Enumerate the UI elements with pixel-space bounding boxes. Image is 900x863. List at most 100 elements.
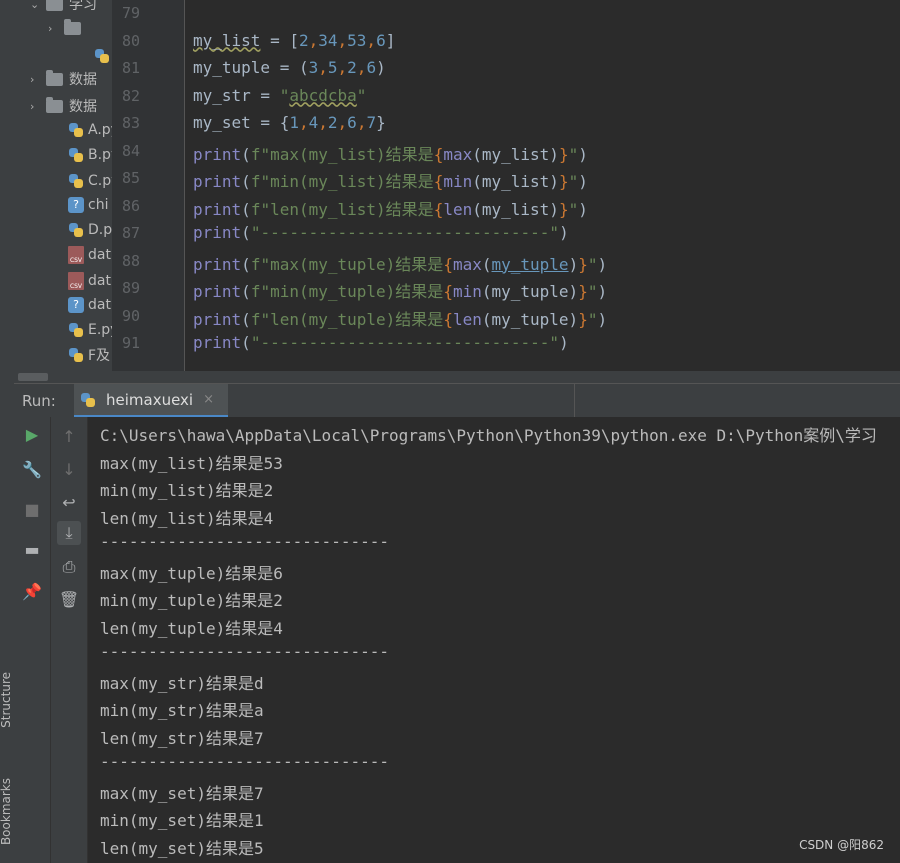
unknown-file-icon: ? — [68, 197, 84, 213]
rerun-icon[interactable]: ▶ — [20, 422, 44, 446]
pin-icon[interactable]: 📌 — [20, 579, 44, 603]
folder-icon — [46, 69, 63, 86]
python-file-icon — [80, 392, 96, 408]
run-tab-heimaxuexi[interactable]: heimaxuexi × — [74, 384, 229, 418]
folder-icon — [64, 18, 81, 35]
left-tool-strip: Structure Bookmarks — [0, 0, 15, 863]
project-tree: ⌄学习››数据›数据A.pyB.pyC.py?chiD.pyCSVdatCSVd… — [14, 0, 112, 383]
run-label: Run: — [22, 392, 56, 410]
tree-item[interactable]: A.py — [68, 119, 112, 141]
console-output-line: len(my_list)结果是4 — [100, 508, 274, 528]
structure-tab[interactable]: Structure — [0, 672, 13, 728]
tree-item-label: B.py — [88, 147, 112, 163]
console-output-line: min(my_list)结果是2 — [100, 481, 274, 500]
tree-item[interactable]: › 数据 — [30, 95, 97, 117]
print-icon[interactable]: ⎙ — [57, 555, 81, 579]
header-divider — [574, 384, 575, 418]
tree-item[interactable]: ? chi — [68, 194, 108, 216]
run-tab-label: heimaxuexi — [106, 390, 194, 409]
chevron-right-icon[interactable]: › — [30, 73, 42, 86]
console-output-line: len(my_tuple)结果是4 — [100, 618, 283, 638]
code-editor[interactable]: my_list = [2,34,53,6] my_tuple = (3,5,2,6… — [185, 0, 900, 383]
chevron-right-icon[interactable]: › — [48, 22, 60, 35]
tree-item[interactable]: C.py — [68, 170, 112, 192]
line-number: 79 — [121, 4, 140, 22]
code-line[interactable]: print(f"len(my_list)结果是{len(my_list)}") — [193, 196, 588, 220]
code-line[interactable]: print(f"min(my_list)结果是{min(my_list)}") — [193, 168, 588, 192]
tree-item-label: dat — [88, 273, 111, 289]
code-line[interactable]: print("------------------------------") — [193, 223, 569, 242]
console-output-line: min(my_str)结果是a — [100, 701, 264, 720]
tree-item[interactable]: CSV dat — [68, 244, 111, 266]
code-line[interactable]: my_str = "abcdcba" — [193, 86, 366, 105]
folder-icon — [46, 96, 63, 113]
tree-item-label: 学习 — [69, 0, 97, 13]
down-arrow-icon[interactable]: ↓ — [57, 457, 81, 481]
tree-item[interactable]: F及 — [68, 344, 110, 366]
line-number: 81 — [121, 59, 140, 77]
code-line[interactable]: print(f"len(my_tuple)结果是{len(my_tuple)}"… — [193, 306, 607, 330]
close-tab-icon[interactable]: × — [203, 392, 214, 407]
tree-item-label: D.py — [88, 222, 112, 238]
console-output-line: ------------------------------ — [100, 532, 389, 551]
layout-icon[interactable]: ▬ — [20, 537, 44, 561]
editor-horizontal-scrollbar[interactable] — [14, 371, 900, 383]
tree-item[interactable]: › — [48, 17, 87, 39]
console-output-line: len(my_str)结果是7 — [100, 728, 264, 748]
tree-item[interactable]: B.py — [68, 144, 112, 166]
line-number: 80 — [121, 31, 140, 50]
python-file-icon — [94, 48, 110, 64]
line-number: 84 — [121, 141, 140, 160]
code-line[interactable]: print(f"max(my_tuple)结果是{max(my_tuple)}"… — [193, 251, 607, 275]
console-output-line: min(my_set)结果是1 — [100, 811, 264, 830]
line-number: 85 — [121, 169, 140, 187]
csv-file-icon: CSV — [68, 246, 84, 264]
run-console-output[interactable]: C:\Users\hawa\AppData\Local\Programs\Pyt… — [88, 417, 900, 863]
console-output-line: max(my_tuple)结果是6 — [100, 563, 283, 583]
tree-item-label: A.py — [88, 122, 112, 138]
tree-item[interactable]: ? dat — [68, 294, 111, 316]
run-toolbar-secondary: ↑ ↓ ↩ ⤓ ⎙ 🗑 — [51, 417, 88, 863]
tree-item[interactable]: D.py — [68, 219, 112, 241]
line-number: 89 — [121, 279, 140, 297]
bookmarks-tab[interactable]: Bookmarks — [0, 778, 13, 845]
line-number: 83 — [121, 114, 140, 132]
code-line[interactable]: my_tuple = (3,5,2,6) — [193, 58, 386, 77]
stop-icon[interactable]: ■ — [20, 497, 44, 521]
console-output-line: len(my_set)结果是5 — [100, 838, 264, 858]
tree-item-label: 数据 — [69, 99, 97, 115]
watermark: CSDN @阳862 — [799, 838, 884, 852]
soft-wrap-icon[interactable]: ↩ — [57, 490, 81, 514]
python-file-icon — [68, 122, 84, 138]
python-file-icon — [68, 347, 84, 363]
tree-item[interactable]: › 数据 — [30, 68, 97, 90]
code-line[interactable]: print(f"max(my_list)结果是{max(my_list)}") — [193, 141, 588, 165]
up-arrow-icon[interactable]: ↑ — [57, 424, 81, 448]
code-line[interactable]: my_list = [2,34,53,6] — [193, 31, 395, 50]
tree-item-label: F及 — [88, 348, 111, 364]
python-file-icon — [68, 322, 84, 338]
console-output-line: ------------------------------ — [100, 752, 389, 771]
python-file-icon — [68, 147, 84, 163]
chevron-right-icon[interactable]: › — [30, 100, 42, 113]
python-file-icon — [68, 222, 84, 238]
tree-item[interactable]: CSV dat — [68, 270, 111, 292]
code-line[interactable]: print(f"min(my_tuple)结果是{min(my_tuple)}"… — [193, 278, 607, 302]
tree-item-label: C.py — [88, 173, 112, 189]
tree-item-label: chi — [88, 197, 109, 213]
tree-item-label: dat — [88, 247, 111, 263]
wrench-icon[interactable]: 🔧 — [20, 457, 44, 481]
scrollbar-thumb[interactable] — [18, 373, 48, 381]
code-line[interactable]: my_set = {1,4,2,6,7} — [193, 113, 386, 132]
code-line[interactable]: print("------------------------------") — [193, 333, 569, 352]
tree-item[interactable]: ⌄ 学习 — [30, 0, 97, 15]
tree-item-label: dat — [88, 297, 111, 313]
chevron-down-icon[interactable]: ⌄ — [30, 0, 42, 11]
tree-item[interactable] — [94, 45, 112, 67]
console-output-line: ------------------------------ — [100, 642, 389, 661]
python-file-icon — [68, 173, 84, 189]
scroll-to-end-icon[interactable]: ⤓ — [57, 521, 81, 545]
tree-item[interactable]: E.py — [68, 319, 112, 341]
tree-item-label: 数据 — [69, 72, 97, 88]
trash-icon[interactable]: 🗑 — [57, 587, 81, 611]
